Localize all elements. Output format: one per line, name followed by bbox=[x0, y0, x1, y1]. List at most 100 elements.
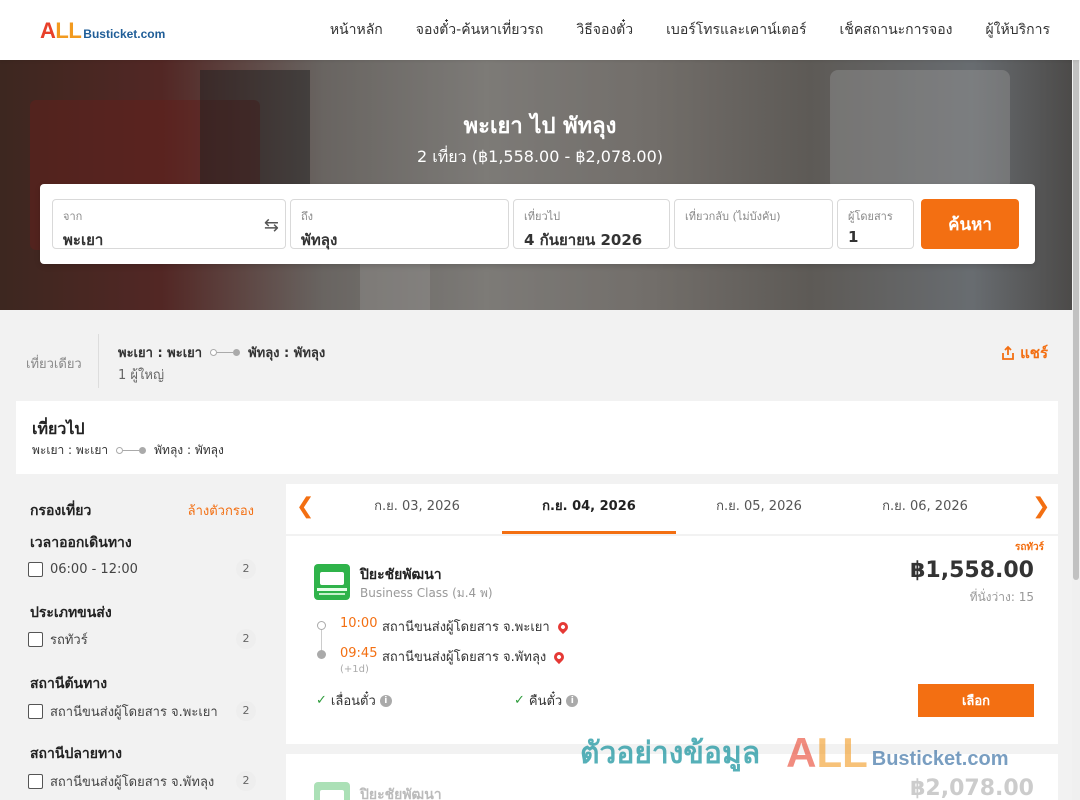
outbound-to: พัทลุง : พัทลุง bbox=[154, 443, 224, 457]
filter-option-transport-type[interactable]: รถทัวร์ 2 bbox=[28, 628, 256, 650]
passenger-field[interactable]: ผู้โดยสาร 1 bbox=[837, 199, 914, 249]
depart-station: สถานีขนส่งผู้โดยสาร จ.พะเยา bbox=[382, 616, 570, 637]
check-icon: ✓ bbox=[514, 693, 525, 708]
filter-option-destination-station[interactable]: สถานีขนส่งผู้โดยสาร จ.พัทลุง 2 bbox=[28, 770, 256, 792]
share-button[interactable]: แชร์ bbox=[1000, 341, 1048, 365]
depart-date-field[interactable]: เที่ยวไป 4 กันยายน 2026 bbox=[513, 199, 670, 249]
from-value: พะเยา bbox=[63, 231, 104, 249]
filter-option-label: รถทัวร์ bbox=[50, 632, 88, 648]
trip-type: เที่ยวเดียว bbox=[26, 357, 82, 372]
nav-operators[interactable]: ผู้ให้บริการ bbox=[985, 19, 1050, 41]
date-tab[interactable]: ก.ย. 05, 2026 bbox=[676, 484, 842, 534]
route-connector-icon bbox=[210, 349, 241, 356]
check-icon: ✓ bbox=[316, 693, 327, 708]
to-field[interactable]: ถึง พัทลุง bbox=[290, 199, 509, 249]
filter-section-title: สถานีต้นทาง bbox=[30, 676, 108, 692]
trip-result-card: ปิยะชัยพัฒนา ฿2,078.00 bbox=[286, 754, 1058, 800]
outbound-from: พะเยา : พะเยา bbox=[32, 443, 109, 457]
operator-logo bbox=[314, 782, 350, 800]
info-icon[interactable]: i bbox=[379, 694, 392, 707]
summary-passengers: 1 ผู้ใหญ่ bbox=[118, 368, 165, 383]
trip-summary: เที่ยวเดียว พะเยา : พะเยา พัทลุง : พัทลุ… bbox=[0, 310, 1080, 400]
operator-name: ปิยะชัยพัฒนา bbox=[360, 567, 442, 583]
nav-check-booking[interactable]: เช็คสถานะการจอง bbox=[840, 19, 953, 41]
site-logo[interactable]: ALL Busticket.com bbox=[40, 18, 165, 44]
checkbox[interactable] bbox=[28, 703, 43, 719]
checkbox[interactable] bbox=[28, 773, 43, 789]
arrive-station: สถานีขนส่งผู้โดยสาร จ.พัทลุง bbox=[382, 646, 567, 667]
hero-banner: พะเยา ไป พัทลุง 2 เที่ยว (฿1,558.00 - ฿2… bbox=[0, 60, 1080, 310]
outbound-header: เที่ยวไป พะเยา : พะเยา พัทลุง : พัทลุง bbox=[16, 401, 1058, 474]
clear-filters-link[interactable]: ล้างตัวกรอง bbox=[188, 500, 254, 521]
from-field[interactable]: จาก พะเยา ⇆ bbox=[52, 199, 286, 249]
passenger-value: 1 bbox=[848, 228, 859, 246]
summary-to: พัทลุง : พัทลุง bbox=[248, 346, 326, 361]
route-connector-icon bbox=[116, 447, 147, 454]
to-label: ถึง bbox=[301, 210, 314, 223]
map-pin-icon[interactable] bbox=[552, 649, 567, 664]
operator-logo bbox=[314, 564, 350, 600]
checkbox[interactable] bbox=[28, 561, 43, 577]
nav-how-to-book[interactable]: วิธีจองตั๋ว bbox=[576, 19, 633, 41]
from-label: จาก bbox=[63, 210, 83, 223]
next-date-icon[interactable]: ❯ bbox=[1032, 494, 1050, 519]
date-tabs: ❮ ก.ย. 03, 2026 ก.ย. 04, 2026 ก.ย. 05, 2… bbox=[286, 484, 1058, 534]
seats-available: ที่นั่งว่าง: 15 bbox=[969, 590, 1034, 604]
trip-price: ฿2,078.00 bbox=[910, 776, 1034, 800]
outbound-title: เที่ยวไป bbox=[32, 419, 85, 438]
logo-a: A bbox=[40, 18, 56, 43]
return-date-field[interactable]: เที่ยวกลับ (ไม่บังคับ) bbox=[674, 199, 833, 249]
filter-count-badge: 2 bbox=[236, 629, 256, 649]
depart-station-label: สถานีขนส่งผู้โดยสาร จ.พะเยา bbox=[382, 620, 550, 635]
filter-option-label: 06:00 - 12:00 bbox=[50, 561, 138, 577]
route-title: พะเยา ไป พัทลุง bbox=[463, 114, 617, 139]
filter-option-origin-station[interactable]: สถานีขนส่งผู้โดยสาร จ.พะเยา 2 bbox=[28, 700, 256, 722]
depart-label: เที่ยวไป bbox=[524, 210, 561, 223]
checkbox[interactable] bbox=[28, 631, 43, 647]
map-pin-icon[interactable] bbox=[555, 619, 570, 634]
next-day-indicator: (+1d) bbox=[340, 664, 369, 675]
search-button[interactable]: ค้นหา bbox=[921, 199, 1019, 249]
feature-change-ticket: ✓ เลื่อนตั๋ว i bbox=[316, 690, 392, 711]
prev-date-icon[interactable]: ❮ bbox=[296, 494, 314, 519]
filter-count-badge: 2 bbox=[236, 701, 256, 721]
feature-refund-ticket: ✓ คืนตั๋ว i bbox=[514, 690, 579, 711]
summary-from: พะเยา : พะเยา bbox=[118, 346, 203, 361]
date-tab[interactable]: ก.ย. 06, 2026 bbox=[842, 484, 1008, 534]
search-form: จาก พะเยา ⇆ ถึง พัทลุง เที่ยวไป 4 กันยาย… bbox=[40, 184, 1035, 264]
swap-icon[interactable]: ⇆ bbox=[264, 215, 279, 236]
feature-label: เลื่อนตั๋ว bbox=[330, 694, 376, 709]
date-tab-active[interactable]: ก.ย. 04, 2026 bbox=[502, 484, 676, 534]
route-subtitle: 2 เที่ยว (฿1,558.00 - ฿2,078.00) bbox=[416, 147, 663, 166]
logo-text: Busticket.com bbox=[83, 27, 166, 41]
passenger-label: ผู้โดยสาร bbox=[848, 210, 893, 223]
scrollbar-thumb[interactable] bbox=[1073, 30, 1079, 580]
share-label: แชร์ bbox=[1020, 344, 1048, 362]
filter-title: กรองเที่ยว bbox=[30, 503, 92, 519]
filter-section-title: ประเภทขนส่ง bbox=[30, 605, 112, 621]
transport-type-tag: รถทัวร์ bbox=[1014, 542, 1044, 553]
depart-time: 10:00 bbox=[340, 616, 378, 631]
logo-ll: LL bbox=[55, 18, 82, 43]
date-tab[interactable]: ก.ย. 03, 2026 bbox=[332, 484, 502, 534]
filter-option-departure-time[interactable]: 06:00 - 12:00 2 bbox=[28, 558, 256, 580]
nav-contact-counters[interactable]: เบอร์โทรและเคาน์เตอร์ bbox=[666, 19, 806, 41]
feature-label: คืนตั๋ว bbox=[528, 694, 563, 709]
select-trip-button[interactable]: เลือก bbox=[918, 684, 1034, 717]
arrive-time: 09:45 bbox=[340, 646, 378, 661]
main-nav: หน้าหลัก จองตั๋ว-ค้นหาเที่ยวรถ วิธีจองตั… bbox=[297, 0, 1050, 60]
trip-result-card: รถทัวร์ ปิยะชัยพัฒนา Business Class (ม.4… bbox=[286, 536, 1058, 744]
filter-count-badge: 2 bbox=[236, 771, 256, 791]
filter-section-title: เวลาออกเดินทาง bbox=[30, 535, 132, 551]
filter-section-title: สถานีปลายทาง bbox=[30, 746, 122, 762]
depart-value: 4 กันยายน 2026 bbox=[524, 231, 643, 249]
filter-panel: กรองเที่ยว ล้างตัวกรอง เวลาออกเดินทาง 06… bbox=[16, 484, 270, 800]
summary-route: พะเยา : พะเยา พัทลุง : พัทลุง bbox=[118, 342, 325, 363]
info-icon[interactable]: i bbox=[566, 694, 579, 707]
page-scrollbar[interactable] bbox=[1072, 0, 1080, 800]
share-icon bbox=[1002, 345, 1014, 360]
filter-option-label: สถานีขนส่งผู้โดยสาร จ.พัทลุง bbox=[50, 774, 215, 790]
operator-name: ปิยะชัยพัฒนา bbox=[360, 787, 442, 800]
nav-home[interactable]: หน้าหลัก bbox=[330, 19, 383, 41]
nav-book-search[interactable]: จองตั๋ว-ค้นหาเที่ยวรถ bbox=[416, 19, 544, 41]
